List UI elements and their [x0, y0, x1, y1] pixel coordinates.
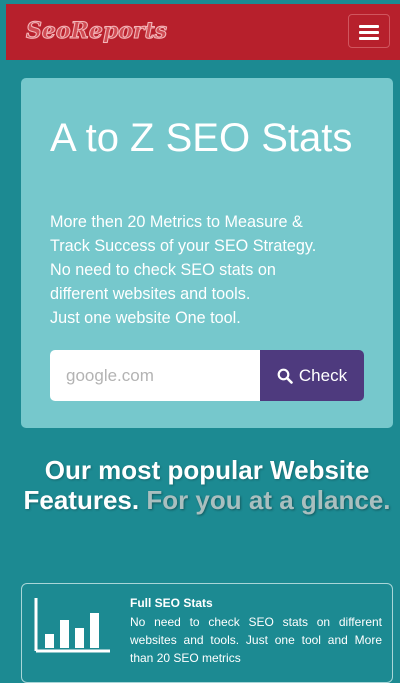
check-button[interactable]: Check — [260, 350, 364, 401]
menu-toggle-button[interactable] — [348, 14, 390, 48]
search-icon — [277, 368, 293, 384]
hero-subtitle-line: More then 20 Metrics to Measure & — [50, 213, 303, 231]
hero-panel: A to Z SEO Stats More then 20 Metrics to… — [21, 78, 393, 428]
hero-subtitle-line: No need to check SEO stats on — [50, 261, 276, 279]
features-title-muted: For you at a glance. — [146, 485, 391, 515]
features-section-title: Our most popular Website Features. For y… — [0, 455, 400, 515]
check-button-label: Check — [298, 365, 348, 385]
navbar: SeoReports — [6, 4, 400, 60]
feature-description: No need to check SEO stats on different … — [130, 615, 382, 665]
hero-subtitle-line: Just one website One tool. — [50, 309, 241, 327]
hamburger-menu-icon — [359, 25, 379, 28]
domain-search-input[interactable] — [50, 350, 260, 401]
brand-logo[interactable]: SeoReports — [25, 18, 167, 45]
hero-subtitle: More then 20 Metrics to Measure & Track … — [50, 210, 380, 330]
feature-title: Full SEO Stats — [130, 596, 213, 610]
feature-card: Full SEO Stats No need to check SEO stat… — [21, 583, 393, 683]
bar-chart-icon — [34, 598, 110, 653]
hero-subtitle-line: Track Success of your SEO Strategy. — [50, 237, 317, 255]
hero-title: A to Z SEO Stats — [50, 116, 353, 160]
hamburger-menu-icon-line — [359, 37, 379, 40]
hamburger-menu-icon-line — [359, 31, 379, 34]
search-form: Check — [50, 350, 364, 401]
hero-subtitle-line: different websites and tools. — [50, 285, 251, 303]
